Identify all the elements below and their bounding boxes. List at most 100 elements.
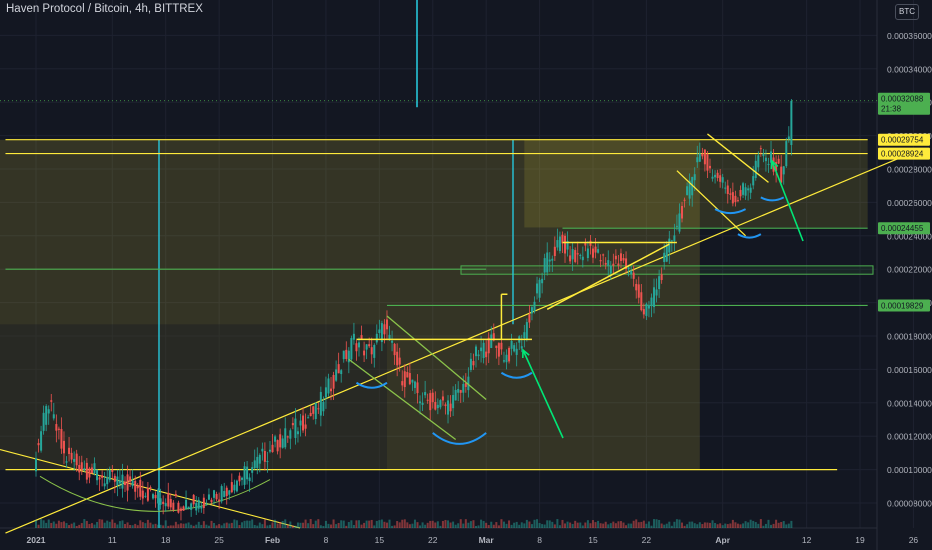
candle-body [632,272,635,279]
volume-bar [195,524,198,528]
volume-bar [607,524,610,528]
volume-bar [83,519,86,528]
candle-body [536,283,539,294]
volume-bar [754,522,757,528]
volume-bar [355,520,358,528]
volume-bar [584,522,587,528]
candle-body [419,401,422,404]
candle-body [363,350,366,356]
volume-bar [299,522,302,528]
volume-bar [630,523,633,528]
candle-body [650,297,653,307]
volume-bar [253,524,256,528]
volume-bar [307,523,310,528]
volume-bar [248,520,251,528]
volume-bar [609,523,612,528]
y-tick-label: 0.00010000 [887,465,932,475]
candle-body [701,153,704,157]
volume-bar [576,522,579,528]
candle-body [553,246,556,257]
candle-body [480,347,483,352]
candle-body [508,347,511,362]
volume-bar [597,520,600,528]
price-tag-value: 0.00029754 [881,136,924,145]
volume-bar [683,525,686,528]
volume-bar [637,522,640,528]
volume-bar [261,524,264,528]
volume-bar [213,522,216,528]
volume-bar [246,520,249,528]
candle-body [714,174,717,178]
volume-bar [391,525,394,528]
candle-body [307,417,310,419]
volume-bar [182,523,185,528]
volume-bar [126,522,129,528]
volume-bar [556,519,559,528]
volume-bar [480,519,483,528]
candle-body [241,477,244,480]
candle-body [340,370,343,375]
volume-bar [487,525,490,528]
candle-body [454,389,457,401]
candle-body [731,192,734,204]
candle-body [70,452,73,460]
candle-body [459,390,462,393]
volume-bar [591,520,594,528]
price-chart[interactable]: 0.000360000.000340000.000320000.00030000… [0,0,932,550]
volume-bar [454,524,457,528]
volume-bar [721,525,724,528]
candle-body [215,493,218,500]
volume-bar [541,524,544,528]
volume-bar [121,520,124,528]
y-tick-label: 0.00022000 [887,265,932,275]
volume-bar [604,521,607,528]
volume-bar [284,519,287,528]
candle-body [291,423,294,426]
candle-body [50,400,53,402]
price-tag-time: 21:38 [881,105,902,114]
candle-body [607,260,610,266]
candle-body [406,371,409,378]
volume-bar [681,522,684,528]
candle-body [47,409,50,414]
volume-bar [274,519,277,528]
candle-body [614,255,617,260]
candle-body [500,342,503,350]
candle-body [739,189,742,197]
candle-body [35,458,37,472]
candle-body [752,176,755,186]
currency-button[interactable]: BTC [895,4,919,20]
volume-bar [286,524,289,528]
volume-bar [670,525,673,528]
candle-body [525,322,528,340]
candle-body [131,480,134,487]
volume-bar [698,522,701,528]
price-tag-value: 0.00019829 [881,301,924,310]
volume-bar [90,523,93,528]
candle-body [294,418,297,438]
candle-body [335,369,338,381]
candle-body [284,428,287,448]
volume-bar [749,519,752,528]
candle-body [187,506,190,509]
volume-bar [716,524,719,528]
candle-body [151,494,154,499]
volume-bar [548,520,551,528]
candle-body [686,186,689,196]
candle-body [126,474,129,491]
volume-bar [129,525,132,528]
volume-bar [474,525,477,528]
volume-bar [68,525,71,528]
volume-bar [663,524,666,528]
volume-bar [632,520,635,528]
volume-bar [319,525,322,528]
candle-body [574,250,577,262]
volume-bar [271,522,274,528]
candle-body [78,464,81,473]
candle-body [185,499,188,509]
volume-bar [40,519,43,528]
volume-bar [775,519,778,528]
candle-body [75,453,78,466]
candle-body [106,476,109,485]
candle-body [52,414,55,419]
